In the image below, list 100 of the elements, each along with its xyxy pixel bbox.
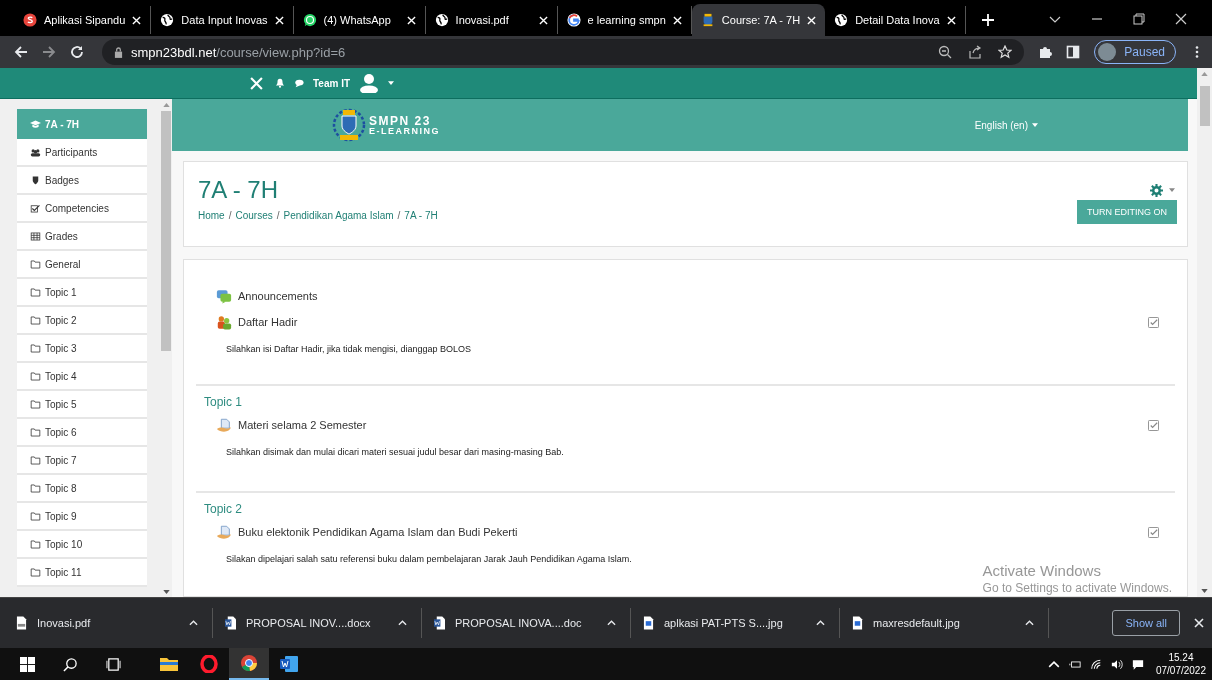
activation-message: Go to Settings to activate Windows.	[982, 581, 1172, 595]
breadcrumb-link[interactable]: Courses	[235, 209, 273, 221]
sidebar-item[interactable]: Topic 3	[17, 335, 147, 363]
completion-checkbox-icon[interactable]	[1148, 316, 1159, 328]
taskbar-app[interactable]	[229, 648, 269, 680]
browser-tab[interactable]: (4) WhatsApp	[293, 6, 426, 34]
speaker-icon[interactable]	[1110, 658, 1123, 670]
sidebar-item[interactable]: Topic 8	[17, 475, 147, 503]
browser-tab[interactable]: Course: 7A - 7H	[691, 4, 826, 36]
download-item[interactable]: Inovasi.pdf	[16, 608, 213, 638]
url-path: /course/view.php?id=6	[216, 44, 346, 60]
tab-title: Data Input Inovas	[181, 14, 268, 26]
scroll-down-icon[interactable]	[1201, 589, 1208, 593]
star-icon[interactable]	[998, 45, 1013, 59]
activity-link[interactable]: Daftar Hadir	[238, 316, 298, 328]
battery-icon[interactable]	[1068, 658, 1081, 670]
sidebar-item[interactable]: Topic 7	[17, 447, 147, 475]
sidebar-item[interactable]: Topic 5	[17, 391, 147, 419]
share-icon[interactable]	[968, 45, 983, 59]
activity-description: Silakan dipelajari salah satu referensi buku dalam pembelajaran Jarak Jauh Pendidikan Agama Islam.	[225, 553, 633, 564]
sidebar-item[interactable]: Topic 2	[17, 307, 147, 335]
back-arrow-icon[interactable]	[14, 45, 28, 59]
section-title[interactable]: Topic 2	[204, 502, 1175, 516]
puzzle-piece-icon[interactable]	[1038, 45, 1053, 59]
globe-icon	[160, 13, 175, 27]
breadcrumb-link[interactable]: Pendidikan Agama Islam	[283, 209, 394, 221]
activity-link[interactable]: Buku elektonik Pendidikan Agama Islam dan Budi Pekerti	[238, 526, 518, 538]
chevron-up-icon[interactable]	[1025, 620, 1034, 626]
graduation-cap-icon	[30, 119, 41, 129]
o-ring-icon	[200, 655, 218, 673]
close-icon[interactable]	[1194, 618, 1204, 628]
sidebar-item[interactable]: Topic 1	[17, 279, 147, 307]
bell-icon[interactable]	[275, 78, 285, 88]
folder-icon	[30, 567, 41, 577]
sidebar-item[interactable]: Participants	[17, 139, 147, 167]
clock-date: 07/07/2022	[1155, 664, 1206, 677]
sidebar-item[interactable]: Topic 4	[17, 363, 147, 391]
browser-tab[interactable]: Detail Data Inova	[825, 6, 966, 34]
scroll-down-icon[interactable]	[162, 590, 170, 594]
forward-arrow-icon[interactable]	[42, 45, 56, 59]
course-title: 7A - 7H	[198, 176, 279, 204]
sidebar-item[interactable]: Competencies	[17, 195, 147, 223]
sidebar-item[interactable]: Topic 6	[17, 419, 147, 447]
sidebar-item[interactable]: Badges	[17, 167, 147, 195]
scrollbar-thumb[interactable]	[1199, 86, 1210, 126]
word-file-icon	[434, 616, 445, 630]
clock[interactable]: 15.24 07/07/2022	[1155, 651, 1206, 677]
browser-tab[interactable]: Data Input Inovas	[151, 6, 294, 34]
chevron-up-icon[interactable]	[189, 620, 198, 626]
notification-icon[interactable]	[1131, 658, 1144, 670]
chevron-up-icon[interactable]	[398, 620, 407, 626]
completion-checkbox-icon[interactable]	[1148, 419, 1159, 431]
user-name[interactable]: Team IT	[313, 77, 351, 89]
scrollbar-thumb[interactable]	[161, 111, 171, 351]
folder-icon	[30, 315, 41, 325]
chevron-up-icon[interactable]	[1047, 658, 1060, 670]
breadcrumb-link[interactable]: 7A - 7H	[404, 209, 438, 221]
download-item[interactable]: maxresdefault.jpg	[852, 608, 1049, 638]
sidebar-item[interactable]: General	[17, 251, 147, 279]
browser-tab[interactable]: e learning smpn	[557, 6, 692, 34]
chat-bubble-icon[interactable]	[294, 78, 304, 88]
breadcrumb-link[interactable]: Home	[198, 209, 225, 221]
restore-icon[interactable]	[1133, 13, 1145, 25]
new-tab-icon[interactable]	[981, 14, 994, 26]
side-panel-icon[interactable]	[1066, 45, 1081, 59]
chevron-up-icon[interactable]	[816, 620, 825, 626]
avatar-icon	[1098, 43, 1117, 61]
windows-start-icon[interactable]	[20, 656, 35, 672]
chevron-up-icon[interactable]	[607, 620, 616, 626]
sidebar-item[interactable]: Topic 10	[17, 531, 147, 559]
shield-icon	[30, 175, 41, 185]
download-file-name: maxresdefault.jpg	[873, 617, 960, 629]
completion-checkbox-icon[interactable]	[1148, 526, 1159, 538]
settings-icon[interactable]	[1150, 183, 1163, 197]
folder-icon	[30, 455, 41, 465]
activity-link[interactable]: Announcements	[238, 290, 318, 302]
caret-icon[interactable]	[388, 81, 395, 85]
wifi-icon[interactable]	[1089, 658, 1102, 670]
section-title[interactable]: Topic 1	[204, 395, 1175, 409]
browser-tab[interactable]: Aplikasi Sipandu	[14, 6, 152, 34]
task-view-icon[interactable]	[106, 656, 121, 672]
show-all-button[interactable]: Show all	[1112, 610, 1180, 636]
image-file-icon	[852, 616, 863, 630]
activity-link[interactable]: Materi selama 2 Semester	[238, 419, 367, 431]
address-bar[interactable]: smpn23bdl.net/course/view.php?id=6	[102, 39, 1025, 65]
sidebar-item[interactable]: Grades	[17, 223, 147, 251]
folder-icon	[30, 427, 41, 437]
caret-icon[interactable]	[1169, 188, 1175, 192]
zoom-out-icon[interactable]	[938, 45, 953, 59]
user-avatar-icon[interactable]	[359, 73, 380, 93]
sidebar-item[interactable]: Topic 11	[17, 559, 147, 587]
close-icon[interactable]	[1175, 13, 1187, 25]
download-item[interactable]: PROPOSAL INOVA....doc	[434, 608, 631, 638]
reload-icon[interactable]	[70, 45, 84, 59]
activation-title: Activate Windows	[982, 562, 1102, 579]
download-item[interactable]: aplkasi PAT-PTS S....jpg	[643, 608, 840, 638]
sidebar-item[interactable]: Topic 9	[17, 503, 147, 531]
browser-tab[interactable]: Inovasi.pdf	[425, 6, 558, 34]
download-item[interactable]: PROPOSAL INOV....docx	[225, 608, 422, 638]
search-icon[interactable]	[63, 656, 78, 672]
